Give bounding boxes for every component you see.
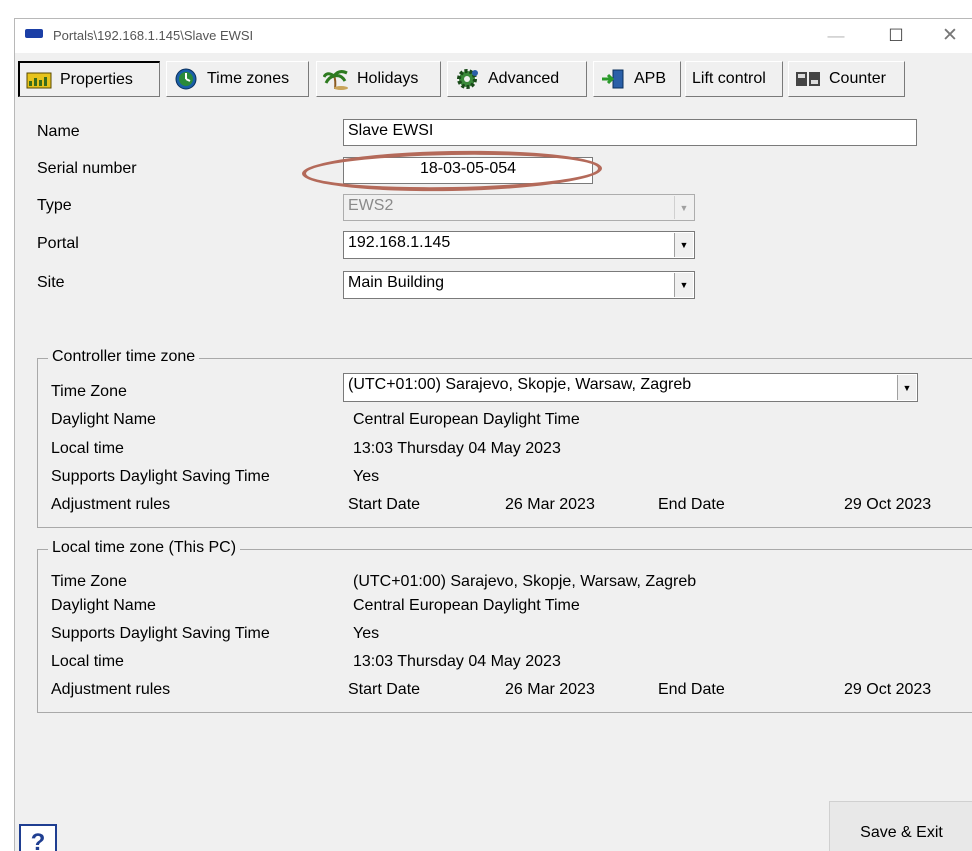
site-value: Main Building [348, 274, 445, 291]
tab-label: Counter [829, 70, 886, 87]
type-label: Type [37, 197, 72, 214]
properties-window: Portals\192.168.1.145\Slave EWSI — ☐ ✕ P… [14, 18, 972, 851]
chevron-down-icon[interactable]: ▼ [674, 233, 693, 257]
chevron-down-icon[interactable]: ▼ [897, 375, 916, 400]
properties-icon [26, 69, 52, 91]
local-daylight-value: Central European Daylight Time [353, 597, 580, 614]
name-input[interactable]: Slave EWSI [343, 119, 917, 146]
local-start-value: 26 Mar 2023 [505, 681, 595, 698]
tab-advanced[interactable]: Advanced [447, 61, 587, 97]
help-button[interactable]: ? [19, 824, 57, 851]
name-label: Name [37, 123, 80, 140]
local-local-time-value: 13:03 Thursday 04 May 2023 [353, 653, 561, 670]
local-end-label: End Date [658, 681, 725, 698]
portal-select[interactable]: 192.168.1.145 ▼ [343, 231, 695, 259]
tab-label: Lift control [692, 70, 766, 87]
site-label: Site [37, 274, 65, 291]
app-icon [25, 29, 43, 38]
local-rules-label: Adjustment rules [51, 681, 171, 698]
palm-tree-icon [322, 68, 349, 90]
portal-value: 192.168.1.145 [348, 234, 451, 251]
type-value: EWS2 [348, 197, 394, 214]
highlight-oval [301, 148, 603, 194]
minimize-button[interactable]: — [813, 19, 859, 53]
tab-label: Time zones [207, 70, 290, 87]
local-end-value: 29 Oct 2023 [844, 681, 932, 698]
controller-end-value: 29 Oct 2023 [844, 496, 932, 513]
local-local-time-label: Local time [51, 653, 124, 670]
chevron-down-icon: ▼ [674, 196, 693, 219]
controller-tz-value: (UTC+01:00) Sarajevo, Skopje, Warsaw, Za… [348, 376, 692, 393]
group-title: Controller time zone [48, 348, 200, 366]
tab-time-zones[interactable]: Time zones [166, 61, 309, 97]
controller-start-label: Start Date [348, 496, 421, 513]
controller-daylight-label: Daylight Name [51, 411, 156, 428]
serial-number-label: Serial number [37, 160, 137, 177]
gear-icon [454, 68, 480, 90]
local-start-label: Start Date [348, 681, 421, 698]
local-dst-label: Supports Daylight Saving Time [51, 625, 270, 642]
tab-label: Holidays [357, 70, 419, 87]
door-arrow-icon [600, 68, 626, 90]
controller-end-label: End Date [658, 496, 725, 513]
local-tz-value: (UTC+01:00) Sarajevo, Skopje, Warsaw, Za… [353, 573, 697, 590]
controller-tz-label: Time Zone [51, 383, 127, 400]
tab-properties[interactable]: Properties [18, 61, 160, 97]
local-dst-value: Yes [353, 625, 380, 642]
window-title: Portals\192.168.1.145\Slave EWSI [53, 28, 254, 43]
chevron-down-icon[interactable]: ▼ [674, 273, 693, 297]
controller-dst-value: Yes [353, 468, 380, 485]
counter-icon [795, 68, 821, 90]
tab-counter[interactable]: Counter [788, 61, 905, 97]
tab-lift-control[interactable]: Lift control [685, 61, 783, 97]
save-exit-button[interactable]: Save & Exit [829, 801, 972, 851]
local-tz-label: Time Zone [51, 573, 127, 590]
maximize-button[interactable]: ☐ [873, 19, 919, 53]
portal-label: Portal [37, 235, 79, 252]
tab-apb[interactable]: APB [593, 61, 681, 97]
controller-local-time-label: Local time [51, 440, 124, 457]
controller-tz-select[interactable]: (UTC+01:00) Sarajevo, Skopje, Warsaw, Za… [343, 373, 918, 402]
controller-dst-label: Supports Daylight Saving Time [51, 468, 270, 485]
type-select: EWS2 ▼ [343, 194, 695, 221]
tab-holidays[interactable]: Holidays [316, 61, 441, 97]
close-button[interactable]: ✕ [927, 19, 972, 53]
controller-local-time-value: 13:03 Thursday 04 May 2023 [353, 440, 561, 457]
local-daylight-label: Daylight Name [51, 597, 156, 614]
title-bar[interactable]: Portals\192.168.1.145\Slave EWSI — ☐ ✕ [15, 19, 972, 53]
site-select[interactable]: Main Building ▼ [343, 271, 695, 299]
controller-rules-label: Adjustment rules [51, 496, 171, 513]
controller-daylight-value: Central European Daylight Time [353, 411, 580, 428]
clock-icon [173, 68, 199, 90]
group-title: Local time zone (This PC) [48, 539, 241, 557]
tab-label: Properties [60, 70, 133, 88]
tab-label: Advanced [488, 70, 560, 87]
controller-start-value: 26 Mar 2023 [505, 496, 595, 513]
tab-label: APB [634, 70, 667, 87]
